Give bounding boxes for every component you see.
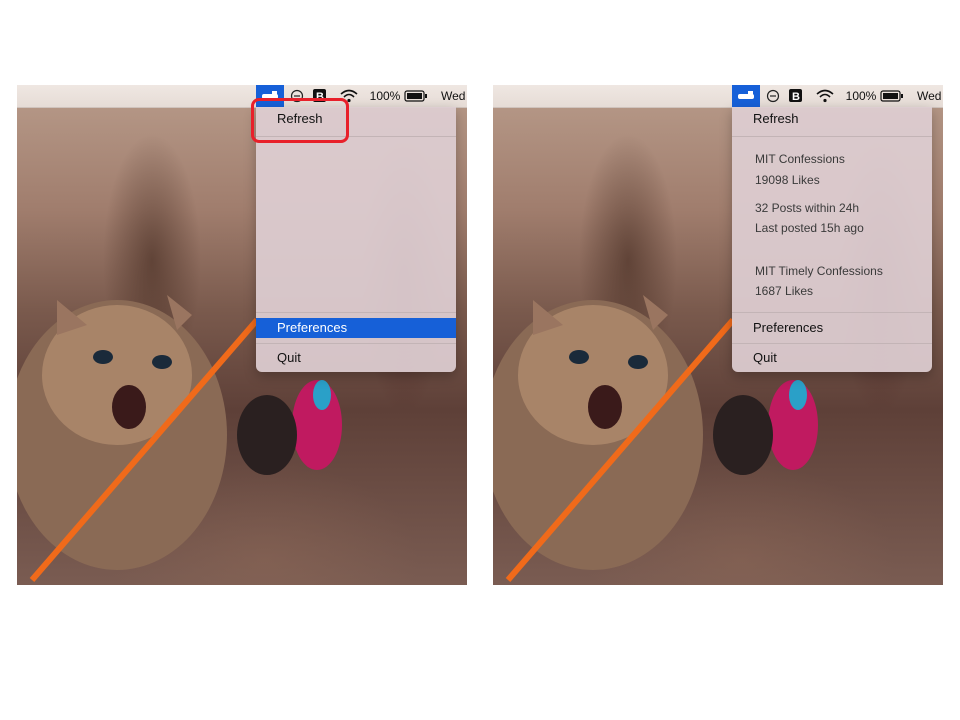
preferences-menu-item[interactable]: Preferences [256, 318, 456, 338]
status-menu-dropdown: Refresh MIT Confessions 19098 Likes 32 P… [732, 107, 932, 372]
menu-separator [732, 312, 932, 313]
preferences-menu-item[interactable]: Preferences [732, 318, 932, 338]
app-status-icon[interactable] [732, 85, 760, 107]
refresh-menu-item[interactable]: Refresh [732, 109, 932, 129]
quit-menu-item[interactable]: Quit [732, 348, 932, 368]
do-not-disturb-icon[interactable] [763, 85, 783, 107]
clock[interactable]: Wed [917, 85, 943, 107]
menu-separator [256, 312, 456, 313]
svg-text:B: B [792, 91, 800, 103]
screenshot-before: B 100% Wed Refresh Preferences Quit [17, 85, 467, 585]
menu-separator [732, 343, 932, 344]
page-likes: 1687 Likes [755, 284, 814, 298]
macos-menu-bar: B 100% Wed [493, 85, 943, 108]
menu-separator [256, 343, 456, 344]
battery-percent[interactable]: 100% [369, 85, 401, 107]
menu-separator [732, 136, 932, 137]
clock-label: Wed [441, 89, 466, 103]
macos-menu-bar: B 100% Wed [17, 85, 467, 108]
refresh-highlight-annotation [251, 98, 349, 143]
posts-count: 32 Posts within 24h [755, 201, 860, 215]
battery-icon[interactable] [878, 85, 906, 107]
bartender-icon[interactable]: B [786, 85, 806, 107]
battery-icon[interactable] [402, 85, 430, 107]
quit-menu-item[interactable]: Quit [256, 348, 456, 368]
page-name: MIT Timely Confessions [755, 264, 883, 278]
page-name: MIT Confessions [755, 152, 845, 166]
wifi-icon[interactable] [813, 85, 837, 107]
battery-percent-label: 100% [845, 89, 877, 103]
last-posted: Last posted 15h ago [755, 221, 864, 235]
clock-label: Wed [917, 89, 942, 103]
clock[interactable]: Wed [441, 85, 467, 107]
battery-percent-label: 100% [369, 89, 401, 103]
screenshot-after: B 100% Wed Refresh MIT Confessions 19098… [493, 85, 943, 585]
status-menu-dropdown: Refresh Preferences Quit [256, 107, 456, 372]
page-likes: 19098 Likes [755, 173, 820, 187]
battery-percent[interactable]: 100% [845, 85, 877, 107]
